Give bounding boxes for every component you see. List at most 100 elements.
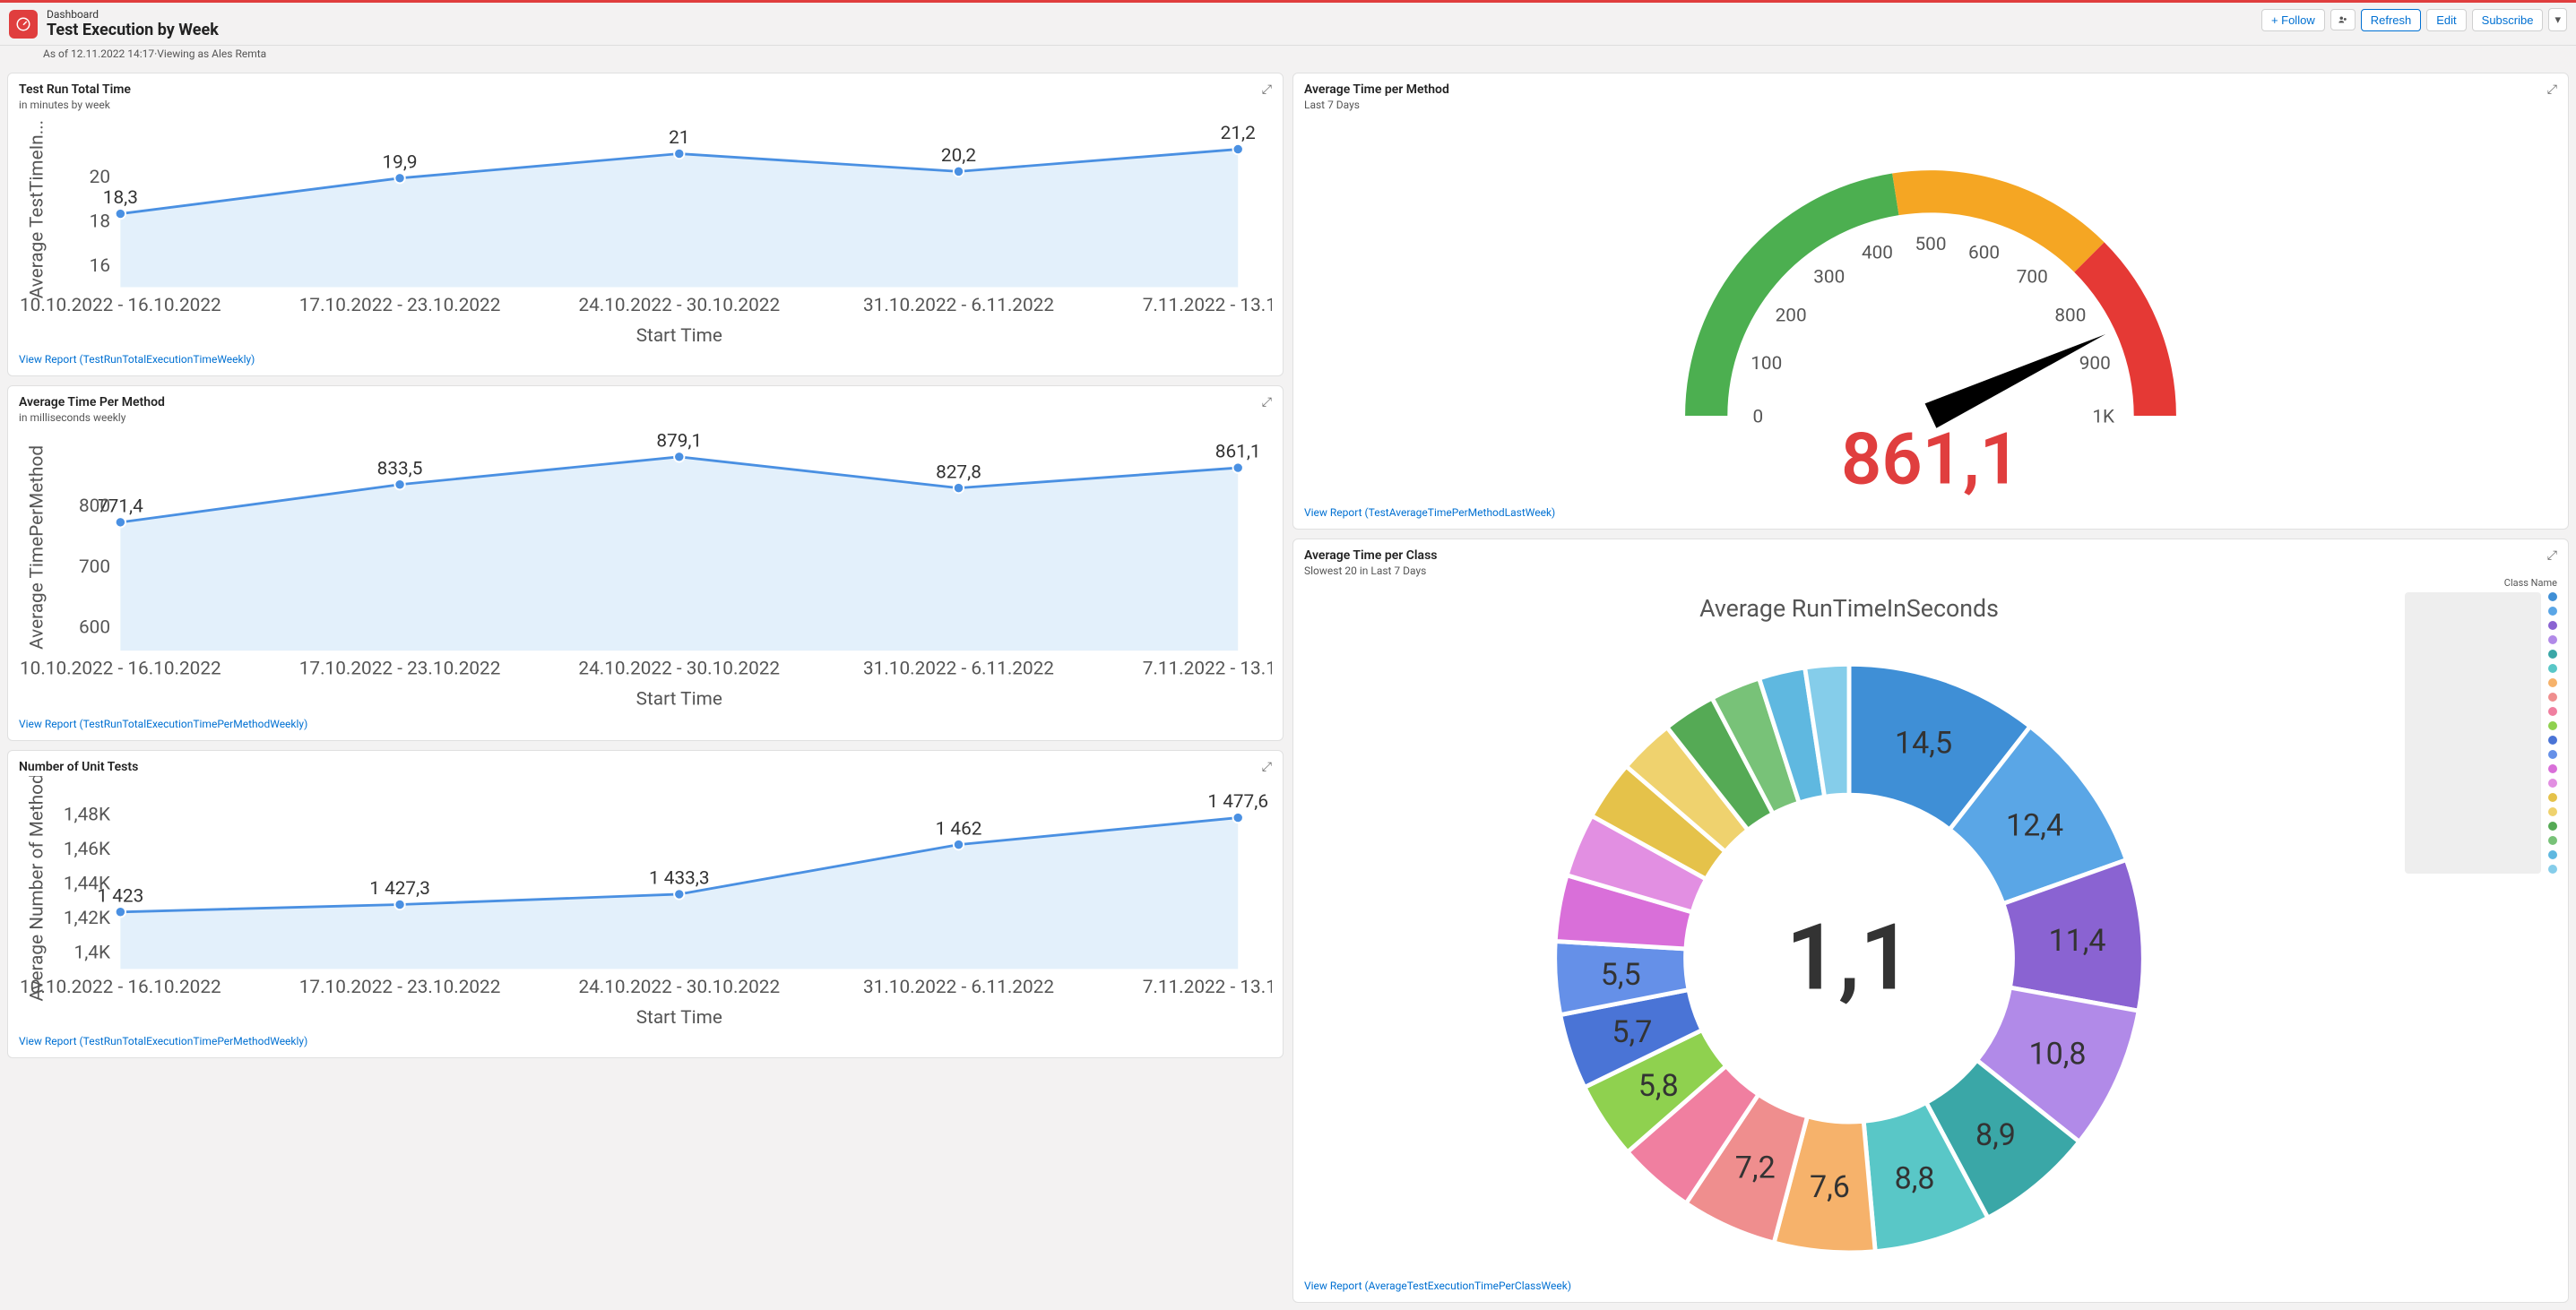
card-sub: in minutes by week: [19, 99, 131, 111]
view-report-link[interactable]: View Report (TestAverageTimePerMethodLas…: [1304, 506, 1555, 519]
legend-dot: [2548, 650, 2557, 659]
svg-text:861,1: 861,1: [1215, 442, 1261, 463]
svg-text:17.10.2022 - 23.10.2022: 17.10.2022 - 23.10.2022: [299, 295, 501, 316]
subscribe-button[interactable]: Subscribe: [2472, 9, 2544, 31]
svg-text:Average Number of Methods: Average Number of Methods: [26, 776, 48, 1001]
page-title: Test Execution by Week: [47, 21, 219, 39]
line-chart: 771,4833,5879,1827,8861,160070080010.10.…: [19, 424, 1272, 711]
expand-button[interactable]: ⤢: [1262, 82, 1272, 97]
svg-text:827,8: 827,8: [936, 462, 981, 484]
card-sub: Slowest 20 in Last 7 Days: [1304, 565, 1437, 577]
svg-text:1,46K: 1,46K: [64, 839, 111, 860]
svg-text:19,9: 19,9: [383, 151, 418, 173]
svg-text:5,7: 5,7: [1612, 1013, 1652, 1049]
legend-dot: [2548, 678, 2557, 687]
legend-dot: [2548, 850, 2557, 859]
svg-text:Average TestTimeIn...: Average TestTimeIn...: [26, 120, 48, 298]
svg-text:800: 800: [79, 496, 110, 517]
svg-text:833,5: 833,5: [377, 459, 423, 480]
svg-text:20,2: 20,2: [941, 145, 976, 167]
svg-text:200: 200: [1776, 305, 1807, 326]
svg-text:7.11.2022 - 13.11.2022: 7.11.2022 - 13.11.2022: [1143, 976, 1272, 997]
legend-dot: [2548, 836, 2557, 845]
expand-button[interactable]: ⤢: [1262, 760, 1272, 774]
svg-text:Average RunTimeInSeconds: Average RunTimeInSeconds: [1699, 593, 1999, 622]
expand-button[interactable]: ⤢: [2547, 82, 2557, 97]
svg-text:16: 16: [90, 255, 110, 277]
card-title: Average Time per Class: [1304, 548, 1437, 563]
card-title: Test Run Total Time: [19, 82, 131, 97]
svg-text:Start Time: Start Time: [636, 1006, 722, 1028]
card-title: Average Time per Method: [1304, 82, 1449, 97]
svg-text:700: 700: [2017, 267, 2048, 289]
legend-dot: [2548, 793, 2557, 802]
svg-text:24.10.2022 - 30.10.2022: 24.10.2022 - 30.10.2022: [578, 295, 780, 316]
card-gauge-avg-method: Average Time per Method Last 7 Days ⤢ 0 1…: [1292, 73, 2569, 530]
svg-text:900: 900: [2079, 353, 2111, 375]
more-menu-button[interactable]: ▾: [2548, 8, 2567, 31]
svg-text:400: 400: [1862, 242, 1893, 263]
legend-dot: [2548, 736, 2557, 745]
svg-text:1,1: 1,1: [1786, 903, 1913, 1011]
svg-text:31.10.2022 - 6.11.2022: 31.10.2022 - 6.11.2022: [863, 295, 1054, 316]
edit-button[interactable]: Edit: [2426, 9, 2466, 31]
card-avg-time-per-class: Average Time per Class Slowest 20 in Las…: [1292, 539, 2569, 1303]
svg-text:20: 20: [90, 167, 110, 188]
svg-text:600: 600: [79, 617, 110, 639]
svg-text:7,2: 7,2: [1735, 1150, 1776, 1185]
header-actions: + Follow Refresh Edit Subscribe ▾: [2261, 8, 2567, 31]
svg-text:Start Time: Start Time: [636, 689, 722, 711]
legend-dot: [2548, 807, 2557, 816]
svg-text:12,4: 12,4: [2006, 807, 2063, 843]
svg-text:31.10.2022 - 6.11.2022: 31.10.2022 - 6.11.2022: [863, 976, 1054, 997]
svg-text:11,4: 11,4: [2048, 923, 2105, 959]
refresh-button[interactable]: Refresh: [2361, 9, 2422, 31]
svg-text:861,1: 861,1: [1841, 418, 2020, 501]
legend-dot: [2548, 721, 2557, 730]
view-report-link[interactable]: View Report (TestRunTotalExecutionTimePe…: [19, 718, 307, 730]
svg-text:100: 100: [1750, 353, 1782, 375]
svg-text:7.11.2022 - 13.11.2022: 7.11.2022 - 13.11.2022: [1143, 659, 1272, 680]
view-report-link[interactable]: View Report (AverageTestExecutionTimePer…: [1304, 1280, 1571, 1292]
view-report-link[interactable]: View Report (TestRunTotalExecutionTimeWe…: [19, 353, 255, 366]
svg-text:Average TimePerMethod: Average TimePerMethod: [26, 445, 48, 650]
svg-text:1,48K: 1,48K: [64, 804, 111, 825]
legend-dot: [2548, 664, 2557, 673]
svg-text:10.10.2022 - 16.10.2022: 10.10.2022 - 16.10.2022: [20, 976, 221, 997]
svg-text:1 462: 1 462: [936, 818, 982, 840]
svg-text:10,8: 10,8: [2028, 1036, 2086, 1072]
legend-dot: [2548, 607, 2557, 616]
svg-text:17.10.2022 - 23.10.2022: 17.10.2022 - 23.10.2022: [299, 976, 501, 997]
expand-button[interactable]: ⤢: [2547, 548, 2557, 563]
svg-text:600: 600: [1968, 242, 2000, 263]
legend-dot: [2548, 707, 2557, 716]
line-chart: 18,319,92120,221,216182010.10.2022 - 16.…: [19, 111, 1272, 348]
legend-dots: [2548, 592, 2557, 874]
follow-button[interactable]: + Follow: [2261, 9, 2325, 31]
svg-text:0: 0: [1752, 407, 1763, 428]
legend-dot: [2548, 635, 2557, 644]
svg-text:800: 800: [2054, 305, 2086, 326]
svg-text:Start Time: Start Time: [636, 325, 722, 347]
svg-text:1,42K: 1,42K: [64, 908, 111, 929]
card-avg-time-per-method: Average Time Per Method in milliseconds …: [7, 385, 1284, 740]
legend-dot: [2548, 693, 2557, 702]
svg-text:1K: 1K: [2092, 407, 2115, 428]
svg-text:10.10.2022 - 16.10.2022: 10.10.2022 - 16.10.2022: [20, 659, 221, 680]
expand-button[interactable]: ⤢: [1262, 395, 1272, 409]
card-title: Number of Unit Tests: [19, 760, 138, 774]
svg-text:1 477,6: 1 477,6: [1207, 791, 1268, 813]
legend-dot: [2548, 865, 2557, 874]
legend-header: Class Name: [2405, 577, 2557, 589]
svg-text:1 433,3: 1 433,3: [649, 867, 710, 889]
svg-text:1,44K: 1,44K: [64, 873, 111, 894]
card-sub: Last 7 Days: [1304, 99, 1449, 111]
svg-text:7,6: 7,6: [1810, 1169, 1850, 1205]
collaborate-button[interactable]: [2330, 9, 2356, 30]
svg-text:17.10.2022 - 23.10.2022: 17.10.2022 - 23.10.2022: [299, 659, 501, 680]
svg-text:21,2: 21,2: [1221, 123, 1256, 144]
view-report-link[interactable]: View Report (TestRunTotalExecutionTimePe…: [19, 1035, 307, 1047]
header-bar: Dashboard Test Execution by Week + Follo…: [0, 0, 2576, 46]
gauge-chart: 01002003004005006007008009001K861,1: [1304, 111, 2557, 501]
svg-text:10.10.2022 - 16.10.2022: 10.10.2022 - 16.10.2022: [20, 295, 221, 316]
